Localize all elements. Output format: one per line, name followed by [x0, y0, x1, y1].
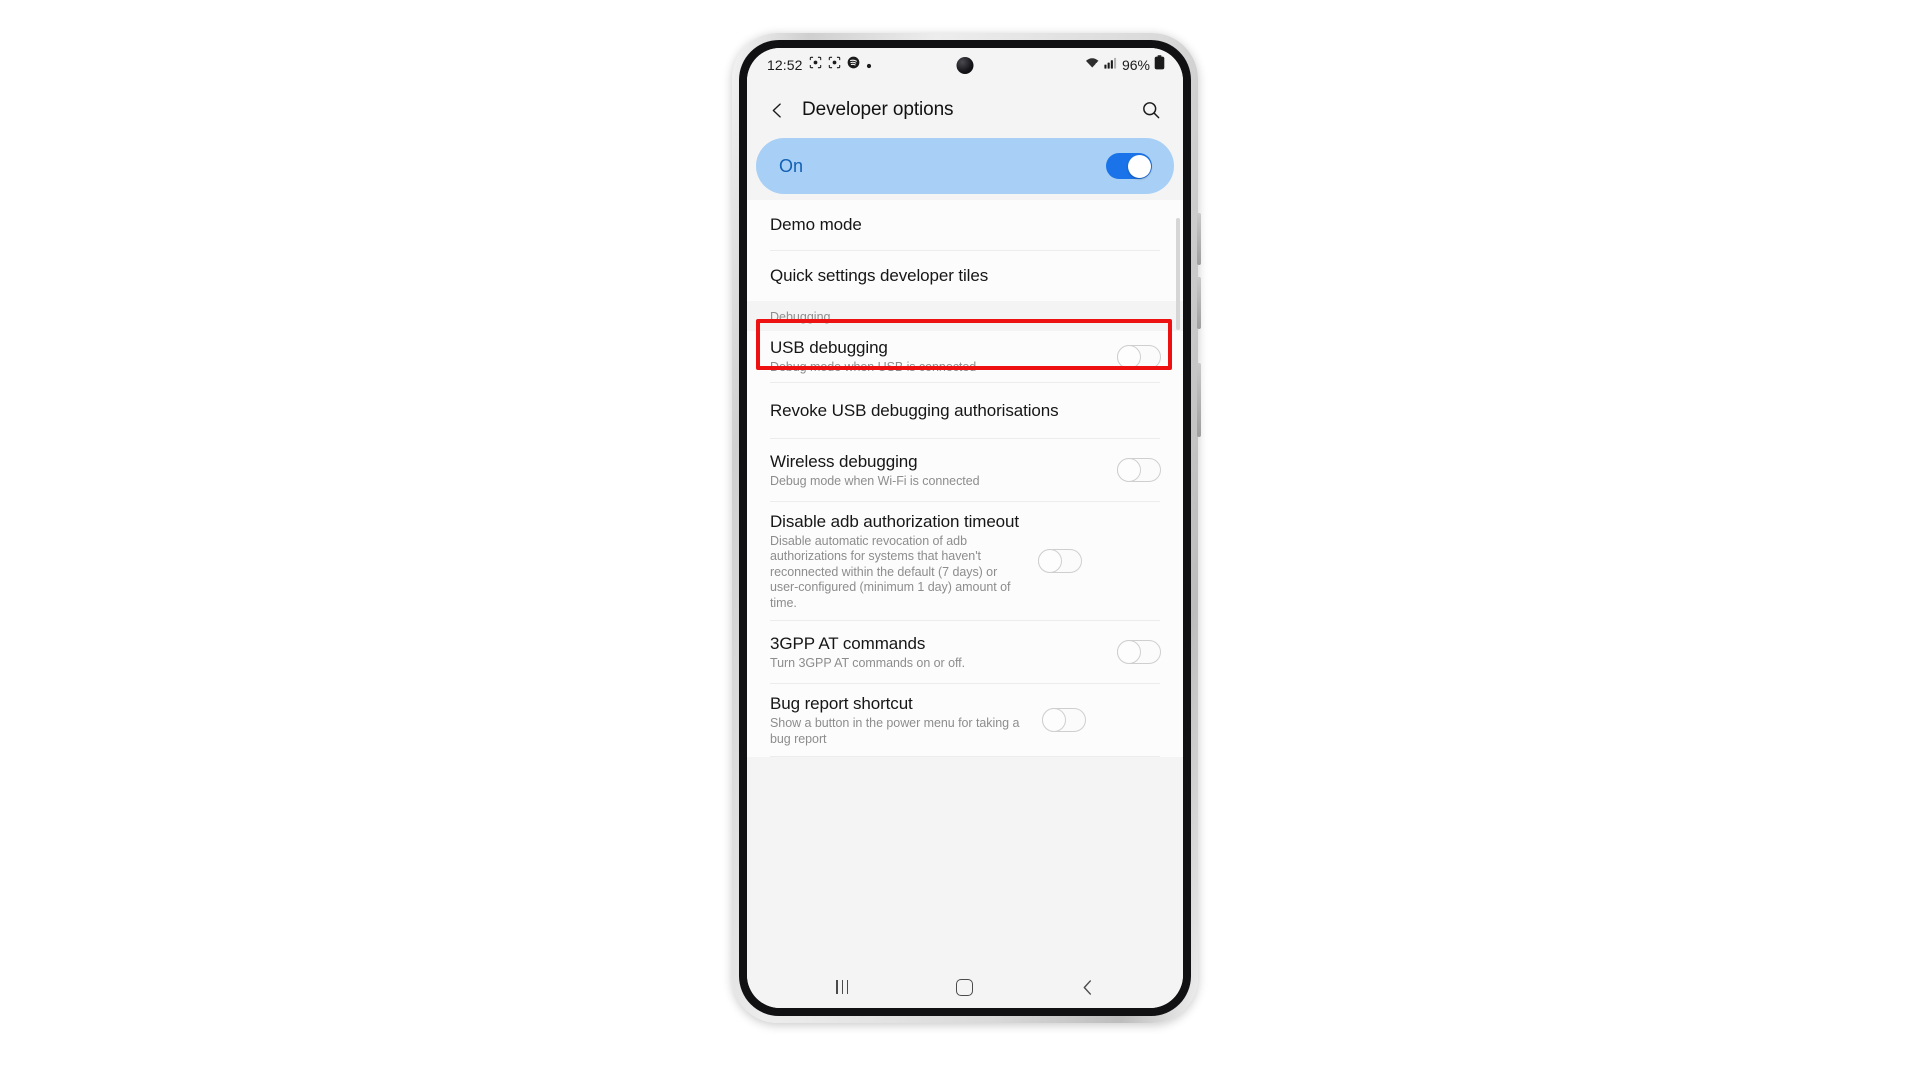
scan-frame-icon: [809, 56, 822, 74]
spotify-icon: [847, 56, 860, 74]
recents-icon[interactable]: [822, 974, 862, 1000]
battery-percentage-label: 96%: [1121, 57, 1150, 73]
settings-group-debugging: USB debugging Debug mode when USB is con…: [747, 331, 1183, 757]
scrollbar-thumb[interactable]: [1176, 218, 1180, 330]
scan-frame-icon: [828, 56, 841, 74]
usb-debugging-toggle[interactable]: [1117, 344, 1161, 369]
list-item-demo-mode[interactable]: Demo mode: [747, 200, 1183, 250]
status-bar: 12:52 96%: [747, 48, 1183, 82]
cellular-signal-icon: [1104, 56, 1118, 74]
system-navigation-bar: [747, 970, 1183, 1008]
list-item-title: Disable adb authorization timeout: [770, 511, 1020, 531]
list-divider: [770, 756, 1160, 757]
dot-icon: [866, 56, 872, 74]
list-item-title: Demo mode: [770, 215, 862, 234]
phone-bezel: 12:52 96% Developer options On Demo mode…: [739, 40, 1191, 1016]
battery-full-icon: [1154, 55, 1165, 75]
settings-list[interactable]: Demo mode Quick settings developer tiles…: [747, 200, 1183, 970]
status-bar-right: 96%: [1085, 55, 1165, 75]
list-item-subtitle: Show a button in the power menu for taki…: [770, 716, 1020, 746]
page-title: Developer options: [802, 99, 954, 120]
list-item-bug-report-shortcut[interactable]: Bug report shortcut Show a button in the…: [747, 684, 1183, 756]
list-item-title: Bug report shortcut: [770, 694, 913, 713]
wireless-debugging-toggle[interactable]: [1117, 458, 1161, 483]
settings-group-general: Demo mode Quick settings developer tiles: [747, 200, 1183, 301]
list-item-title: Wireless debugging: [770, 451, 918, 471]
list-item-3gpp-at-commands[interactable]: 3GPP AT commands Turn 3GPP AT commands o…: [747, 621, 1183, 683]
list-item-subtitle: Debug mode when USB is connected: [770, 360, 977, 375]
phone-screen: 12:52 96% Developer options On Demo mode…: [747, 48, 1183, 1008]
master-switch-label: On: [779, 155, 804, 176]
home-icon[interactable]: [945, 974, 985, 1000]
list-item-quick-settings-developer-tiles[interactable]: Quick settings developer tiles: [747, 251, 1183, 301]
list-item-subtitle: Disable automatic revocation of adb auth…: [770, 533, 1011, 610]
3gpp-at-commands-toggle[interactable]: [1117, 640, 1161, 665]
wifi-icon: [1085, 56, 1100, 74]
bug-report-shortcut-toggle[interactable]: [1042, 708, 1086, 733]
list-item-usb-debugging[interactable]: USB debugging Debug mode when USB is con…: [747, 331, 1183, 382]
front-camera-punch-hole: [956, 57, 974, 74]
list-item-wireless-debugging[interactable]: Wireless debugging Debug mode when Wi-Fi…: [747, 439, 1183, 501]
screenshot-canvas: 12:52 96% Developer options On Demo mode…: [0, 0, 1920, 1080]
disable-adb-authorization-timeout-toggle[interactable]: [1038, 549, 1082, 574]
volume-down-button[interactable]: [1197, 277, 1201, 329]
app-header: Developer options: [747, 82, 1183, 138]
back-chevron-icon[interactable]: [762, 95, 792, 125]
section-header-debugging: Debugging: [747, 301, 1183, 331]
back-icon[interactable]: [1068, 974, 1108, 1000]
status-bar-left: 12:52: [767, 56, 872, 74]
power-button[interactable]: [1197, 363, 1201, 437]
list-item-title: Revoke USB debugging authorisations: [770, 400, 1059, 420]
list-item-subtitle: Debug mode when Wi-Fi is connected: [770, 473, 980, 488]
list-item-title: Quick settings developer tiles: [770, 266, 989, 285]
status-bar-clock: 12:52: [767, 57, 803, 73]
list-scrollbar[interactable]: [1176, 200, 1180, 970]
master-switch-area: On: [747, 138, 1183, 200]
list-item-revoke-usb-debugging-authorisations[interactable]: Revoke USB debugging authorisations: [747, 383, 1183, 438]
volume-up-button[interactable]: [1197, 213, 1201, 265]
master-switch-toggle[interactable]: [1106, 153, 1152, 179]
list-item-title: 3GPP AT commands: [770, 633, 926, 653]
list-item-title: USB debugging: [770, 338, 888, 358]
search-icon[interactable]: [1136, 95, 1166, 125]
list-item-subtitle: Turn 3GPP AT commands on or off.: [770, 655, 966, 670]
list-item-disable-adb-authorization-timeout[interactable]: Disable adb authorization timeout Disabl…: [747, 502, 1183, 620]
phone-device-frame: 12:52 96% Developer options On Demo mode…: [732, 33, 1201, 1023]
developer-options-master-toggle-row[interactable]: On: [756, 138, 1174, 194]
